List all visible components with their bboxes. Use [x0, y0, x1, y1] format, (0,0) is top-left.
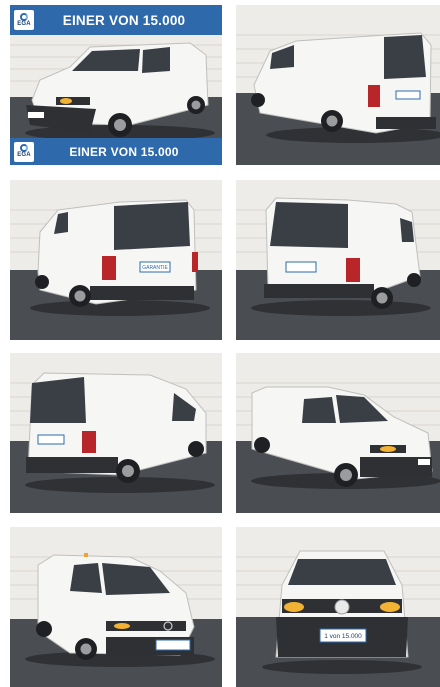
photo-thumb-8[interactable]: 1 von 15.000: [236, 527, 440, 687]
ega-logo: EGA: [14, 141, 34, 162]
van-photo-rear-left: [10, 353, 222, 513]
photo-thumb-4[interactable]: [236, 180, 440, 340]
photo-gallery: EGA EINER VON 15.000 EGA EINER VON 15.00…: [0, 0, 440, 687]
photo-thumb-3[interactable]: GARANTIE: [10, 180, 222, 340]
van-photo-rear-right: [236, 180, 440, 340]
photo-thumb-7[interactable]: [10, 527, 222, 687]
van-photo-front: 1 von 15.000: [236, 527, 440, 687]
photo-thumb-6[interactable]: [236, 353, 440, 513]
promo-banner-bottom: EGA EINER VON 15.000: [10, 138, 222, 165]
photo-thumb-2[interactable]: [236, 5, 440, 165]
front-plate-text: 1 von 15.000: [324, 633, 362, 640]
banner-text: EINER VON 15.000: [62, 12, 186, 28]
van-photo-front-right: [236, 353, 440, 513]
ega-logo: EGA: [14, 10, 34, 30]
photo-thumb-5[interactable]: [10, 353, 222, 513]
van-photo-rear-right: [236, 5, 440, 165]
banner-text: EINER VON 15.000: [69, 144, 179, 159]
van-photo-rear-left: GARANTIE: [10, 180, 222, 340]
photo-thumb-1[interactable]: EGA EINER VON 15.000 EGA EINER VON 15.00…: [10, 5, 222, 165]
van-photo-front-left: [10, 527, 222, 687]
promo-banner-top: EGA EINER VON 15.000: [10, 5, 222, 35]
garantie-badge: GARANTIE: [142, 265, 168, 271]
